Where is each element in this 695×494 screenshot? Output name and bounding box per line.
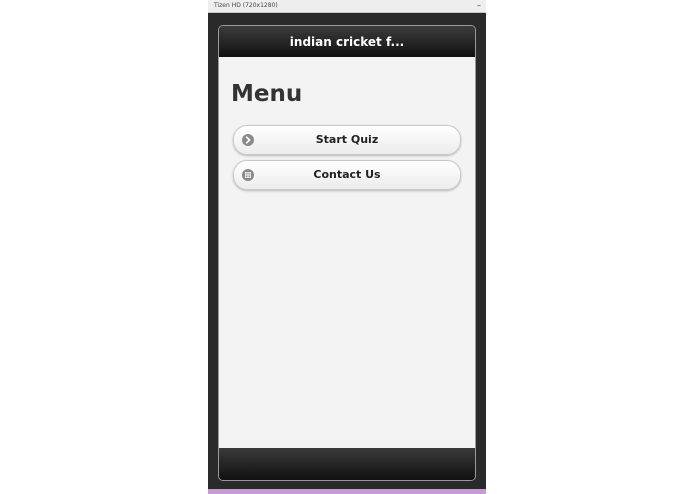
page-title: Menu <box>231 81 303 107</box>
header-title: indian cricket f... <box>289 35 405 49</box>
start-quiz-label: Start Quiz <box>315 133 379 146</box>
emulator-window: Tizen HD (720x1280) – indian cricket f..… <box>208 0 486 494</box>
app-footer <box>219 448 475 480</box>
device-screen: indian cricket f... Menu Start Quiz Cont… <box>218 25 476 481</box>
emulator-titlebar: Tizen HD (720x1280) – <box>208 0 486 13</box>
contact-us-button[interactable]: Contact Us <box>233 160 461 190</box>
window-bottom-accent <box>208 489 486 494</box>
minimize-button[interactable]: – <box>477 0 481 12</box>
start-quiz-button[interactable]: Start Quiz <box>233 125 461 155</box>
app-header: indian cricket f... <box>219 26 475 57</box>
contact-us-label: Contact Us <box>313 168 381 181</box>
content-area: Menu Start Quiz Contact Us <box>219 57 475 448</box>
emulator-title: Tizen HD (720x1280) <box>214 2 278 9</box>
